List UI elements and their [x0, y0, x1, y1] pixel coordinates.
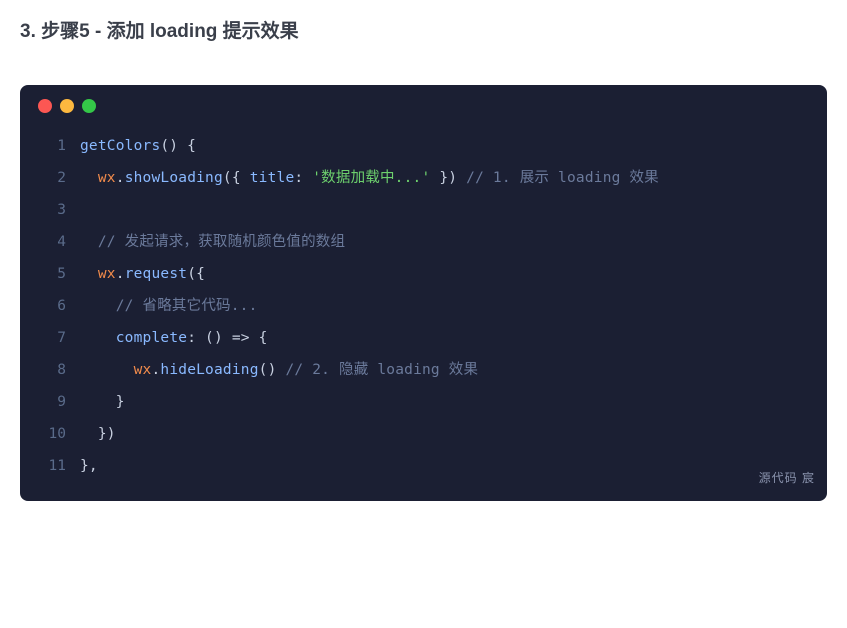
code-line: 1 getColors() {: [38, 131, 809, 163]
code-token: :: [294, 170, 312, 186]
line-number: 5: [38, 259, 66, 291]
code-line: 10 }): [38, 419, 809, 451]
window-controls: [38, 99, 809, 113]
code-content: complete: () => {: [80, 323, 268, 355]
code-content: // 发起请求，获取随机颜色值的数组: [80, 227, 345, 259]
code-content: wx.showLoading({ title: '数据加载中...' }) //…: [80, 163, 659, 195]
code-token: () {: [160, 138, 196, 154]
code-token: wx: [134, 362, 152, 378]
code-line: 8 wx.hideLoading() // 2. 隐藏 loading 效果: [38, 355, 809, 387]
line-number: 1: [38, 131, 66, 163]
code-token: }: [80, 394, 125, 410]
window-maximize-icon: [82, 99, 96, 113]
code-token: },: [80, 458, 98, 474]
code-content: wx.request({: [80, 259, 205, 291]
code-token: title: [250, 170, 295, 186]
code-token: // 省略其它代码...: [116, 298, 258, 314]
code-token: [80, 330, 116, 346]
code-token: }): [430, 170, 466, 186]
code-token: (): [259, 362, 286, 378]
code-token: getColors: [80, 138, 160, 154]
code-token: =>: [232, 330, 250, 346]
window-close-icon: [38, 99, 52, 113]
line-number: 6: [38, 291, 66, 323]
code-token: .: [116, 170, 125, 186]
section-heading: 3. 步骤5 - 添加 loading 提示效果: [20, 16, 827, 43]
code-token: complete: [116, 330, 187, 346]
code-token: // 发起请求，获取随机颜色值的数组: [98, 234, 345, 250]
code-line: 7 complete: () => {: [38, 323, 809, 355]
code-token: hideLoading: [160, 362, 258, 378]
code-line: 6 // 省略其它代码...: [38, 291, 809, 323]
code-token: [80, 170, 98, 186]
code-token: '数据加载中...': [312, 170, 430, 186]
code-line: 9 }: [38, 387, 809, 419]
code-token: [80, 266, 98, 282]
watermark: 源代码 宸: [759, 465, 815, 491]
code-token: ({: [187, 266, 205, 282]
line-number: 10: [38, 419, 66, 451]
code-token: .: [116, 266, 125, 282]
window-minimize-icon: [60, 99, 74, 113]
code-content: wx.hideLoading() // 2. 隐藏 loading 效果: [80, 355, 478, 387]
code-token: ({: [223, 170, 250, 186]
code-token: {: [250, 330, 268, 346]
code-token: }): [80, 426, 116, 442]
code-token: [80, 362, 134, 378]
code-token: : (): [187, 330, 232, 346]
code-line: 4 // 发起请求，获取随机颜色值的数组: [38, 227, 809, 259]
code-content: }): [80, 419, 116, 451]
line-number: 9: [38, 387, 66, 419]
line-number: 8: [38, 355, 66, 387]
code-token: [80, 234, 98, 250]
line-number: 2: [38, 163, 66, 195]
code-content: getColors() {: [80, 131, 196, 163]
line-number: 11: [38, 451, 66, 483]
code-content: },: [80, 451, 98, 483]
code-token: [80, 298, 116, 314]
code-line: 3: [38, 195, 809, 227]
code-block: 1getColors() {2 wx.showLoading({ title: …: [20, 85, 827, 501]
line-number: 7: [38, 323, 66, 355]
code-content: }: [80, 387, 125, 419]
code-line: 5 wx.request({: [38, 259, 809, 291]
line-number: 3: [38, 195, 66, 227]
line-number: 4: [38, 227, 66, 259]
code-lines: 1getColors() {2 wx.showLoading({ title: …: [38, 131, 809, 483]
code-line: 11},: [38, 451, 809, 483]
code-token: wx: [98, 266, 116, 282]
code-token: // 2. 隐藏 loading 效果: [285, 362, 478, 378]
code-line: 2 wx.showLoading({ title: '数据加载中...' }) …: [38, 163, 809, 195]
code-token: // 1. 展示 loading 效果: [466, 170, 659, 186]
code-token: wx: [98, 170, 116, 186]
code-content: // 省略其它代码...: [80, 291, 258, 323]
code-token: showLoading: [125, 170, 223, 186]
code-token: request: [125, 266, 188, 282]
